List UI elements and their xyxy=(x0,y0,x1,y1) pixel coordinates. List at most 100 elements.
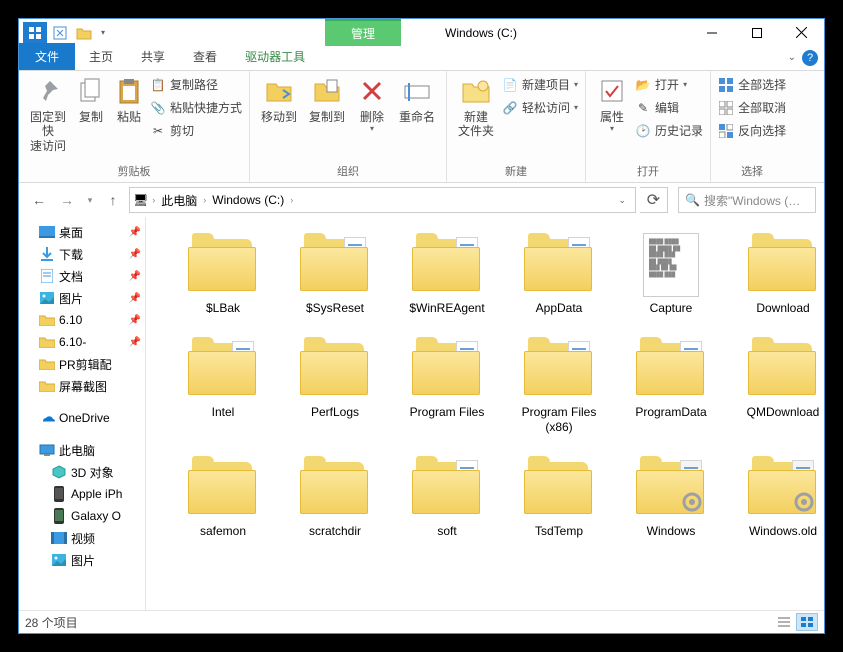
folder-item[interactable]: QMDownload xyxy=(730,337,824,434)
folder-item[interactable]: Download xyxy=(730,233,824,315)
rename-button[interactable]: 重命名 xyxy=(393,73,441,126)
tree-item[interactable]: 视频 xyxy=(19,527,145,549)
nav-recent-button[interactable]: ▾ xyxy=(83,188,97,212)
pin-quickaccess-button[interactable]: 固定到快 速访问 xyxy=(24,73,72,155)
folder-item[interactable]: scratchdir xyxy=(282,456,388,538)
folder-item[interactable]: TsdTemp xyxy=(506,456,612,538)
tree-item[interactable]: 文档📌 xyxy=(19,265,145,287)
paste-shortcut-button[interactable]: 📎粘贴快捷方式 xyxy=(148,98,244,117)
delete-button[interactable]: 删除▾ xyxy=(351,73,393,136)
folder-item[interactable]: $SysReset xyxy=(282,233,388,315)
folder-icon xyxy=(634,456,708,520)
folder-icon xyxy=(746,233,820,297)
tree-item[interactable]: PR剪辑配 xyxy=(19,353,145,375)
nav-forward-button[interactable]: → xyxy=(55,188,79,212)
search-box[interactable]: 🔍 搜索"Windows (… xyxy=(678,187,816,213)
navigation-tree[interactable]: 桌面📌下载📌文档📌图片📌6.10📌6.10-📌PR剪辑配屏幕截图OneDrive… xyxy=(19,217,146,610)
tree-item[interactable]: 3D 对象 xyxy=(19,461,145,483)
tree-item[interactable]: OneDrive xyxy=(19,407,145,429)
view-icons-button[interactable] xyxy=(796,613,818,631)
qat-customize-icon[interactable]: ▾ xyxy=(97,28,109,37)
select-all-button[interactable]: 全部选择 xyxy=(716,75,788,94)
tab-view[interactable]: 查看 xyxy=(179,44,231,70)
folder-item[interactable]: Program Files (x86) xyxy=(506,337,612,434)
group-label-select: 选择 xyxy=(716,161,788,181)
picture-icon xyxy=(51,554,67,566)
tree-item[interactable]: 6.10📌 xyxy=(19,309,145,331)
tab-drive-tools[interactable]: 驱动器工具 xyxy=(231,44,319,70)
tab-file[interactable]: 文件 xyxy=(19,43,75,70)
tree-item[interactable]: 下载📌 xyxy=(19,243,145,265)
select-none-button[interactable]: 全部取消 xyxy=(716,98,788,117)
edit-icon: ✎ xyxy=(635,100,651,116)
edit-button[interactable]: ✎编辑 xyxy=(633,98,705,117)
folder-item[interactable]: $WinREAgent xyxy=(394,233,500,315)
document-icon xyxy=(39,269,55,283)
folder-item[interactable]: ████ ██████ ████ ██████ █████ ███████ ██… xyxy=(618,233,724,315)
maximize-button[interactable] xyxy=(734,19,779,46)
item-count: 28 个项目 xyxy=(25,614,78,631)
properties-button[interactable]: 属性▾ xyxy=(591,73,633,136)
nav-up-button[interactable]: ↑ xyxy=(101,188,125,212)
folder-item[interactable]: Windows xyxy=(618,456,724,538)
copy-path-button[interactable]: 📋复制路径 xyxy=(148,75,244,94)
paste-button[interactable]: 粘贴 xyxy=(110,73,148,126)
help-icon[interactable]: ? xyxy=(802,50,818,66)
chevron-right-icon[interactable]: › xyxy=(150,195,157,205)
tree-item-label: Galaxy O xyxy=(71,509,121,523)
tree-item[interactable]: Apple iPh xyxy=(19,483,145,505)
tab-share[interactable]: 共享 xyxy=(127,44,179,70)
new-item-button[interactable]: 📄新建项目 ▾ xyxy=(500,75,580,94)
folder-item[interactable]: PerfLogs xyxy=(282,337,388,434)
crumb-pc[interactable]: 此电脑 xyxy=(157,192,201,209)
pin-icon: 📌 xyxy=(129,315,141,326)
easy-access-button[interactable]: 🔗轻松访问 ▾ xyxy=(500,98,580,117)
invert-selection-button[interactable]: 反向选择 xyxy=(716,121,788,140)
tree-item[interactable]: 屏幕截图 xyxy=(19,375,145,397)
open-button[interactable]: 📂打开 ▾ xyxy=(633,75,705,94)
ribbon-collapse-icon[interactable]: ⌄ xyxy=(788,52,796,63)
move-to-button[interactable]: 移动到 xyxy=(255,73,303,126)
tree-item-label: 屏幕截图 xyxy=(59,378,107,395)
address-bar[interactable]: 🖥 › 此电脑 › Windows (C:) › ⌄ xyxy=(129,187,636,213)
folder-item[interactable]: ProgramData xyxy=(618,337,724,434)
minimize-button[interactable] xyxy=(689,19,734,46)
copy-button[interactable]: 复制 xyxy=(72,73,110,126)
folder-item[interactable]: soft xyxy=(394,456,500,538)
tree-item[interactable]: 桌面📌 xyxy=(19,221,145,243)
folder-item[interactable]: safemon xyxy=(170,456,276,538)
tree-item-label: 桌面 xyxy=(59,224,83,241)
tree-item[interactable]: 图片📌 xyxy=(19,287,145,309)
chevron-right-icon[interactable]: › xyxy=(288,195,295,205)
tab-home[interactable]: 主页 xyxy=(75,44,127,70)
copy-to-button[interactable]: 复制到 xyxy=(303,73,351,126)
tree-item-label: PR剪辑配 xyxy=(59,356,112,373)
cut-button[interactable]: ✂剪切 xyxy=(148,121,244,140)
tree-item[interactable]: 此电脑 xyxy=(19,439,145,461)
tree-item-label: 图片 xyxy=(71,552,95,569)
address-dropdown-icon[interactable]: ⌄ xyxy=(612,195,632,206)
folder-icon xyxy=(186,233,260,297)
app-icon[interactable] xyxy=(23,22,47,44)
qat-properties-icon[interactable] xyxy=(49,22,71,44)
folder-item[interactable]: Program Files xyxy=(394,337,500,434)
tree-item[interactable]: 图片 xyxy=(19,549,145,571)
chevron-right-icon[interactable]: › xyxy=(201,195,208,205)
nav-back-button[interactable]: ← xyxy=(27,188,51,212)
crumb-drive[interactable]: Windows (C:) xyxy=(208,193,288,207)
qat-newfolder-icon[interactable] xyxy=(73,22,95,44)
tree-item[interactable]: Galaxy O xyxy=(19,505,145,527)
new-folder-button[interactable]: 新建 文件夹 xyxy=(452,73,500,141)
history-button[interactable]: 🕑历史记录 xyxy=(633,121,705,140)
close-button[interactable] xyxy=(779,19,824,46)
refresh-button[interactable]: ⟳ xyxy=(640,187,668,213)
folder-item[interactable]: AppData xyxy=(506,233,612,315)
view-details-button[interactable] xyxy=(773,613,795,631)
folder-item[interactable]: Intel xyxy=(170,337,276,434)
folder-view[interactable]: $LBak$SysReset$WinREAgentAppData████ ███… xyxy=(146,217,824,610)
folder-item[interactable]: $LBak xyxy=(170,233,276,315)
folder-icon xyxy=(186,337,260,401)
folder-item[interactable]: Windows.old xyxy=(730,456,824,538)
tree-item[interactable]: 6.10-📌 xyxy=(19,331,145,353)
ribbon-tabs: 文件 主页 共享 查看 驱动器工具 ⌄ ? xyxy=(19,46,824,71)
